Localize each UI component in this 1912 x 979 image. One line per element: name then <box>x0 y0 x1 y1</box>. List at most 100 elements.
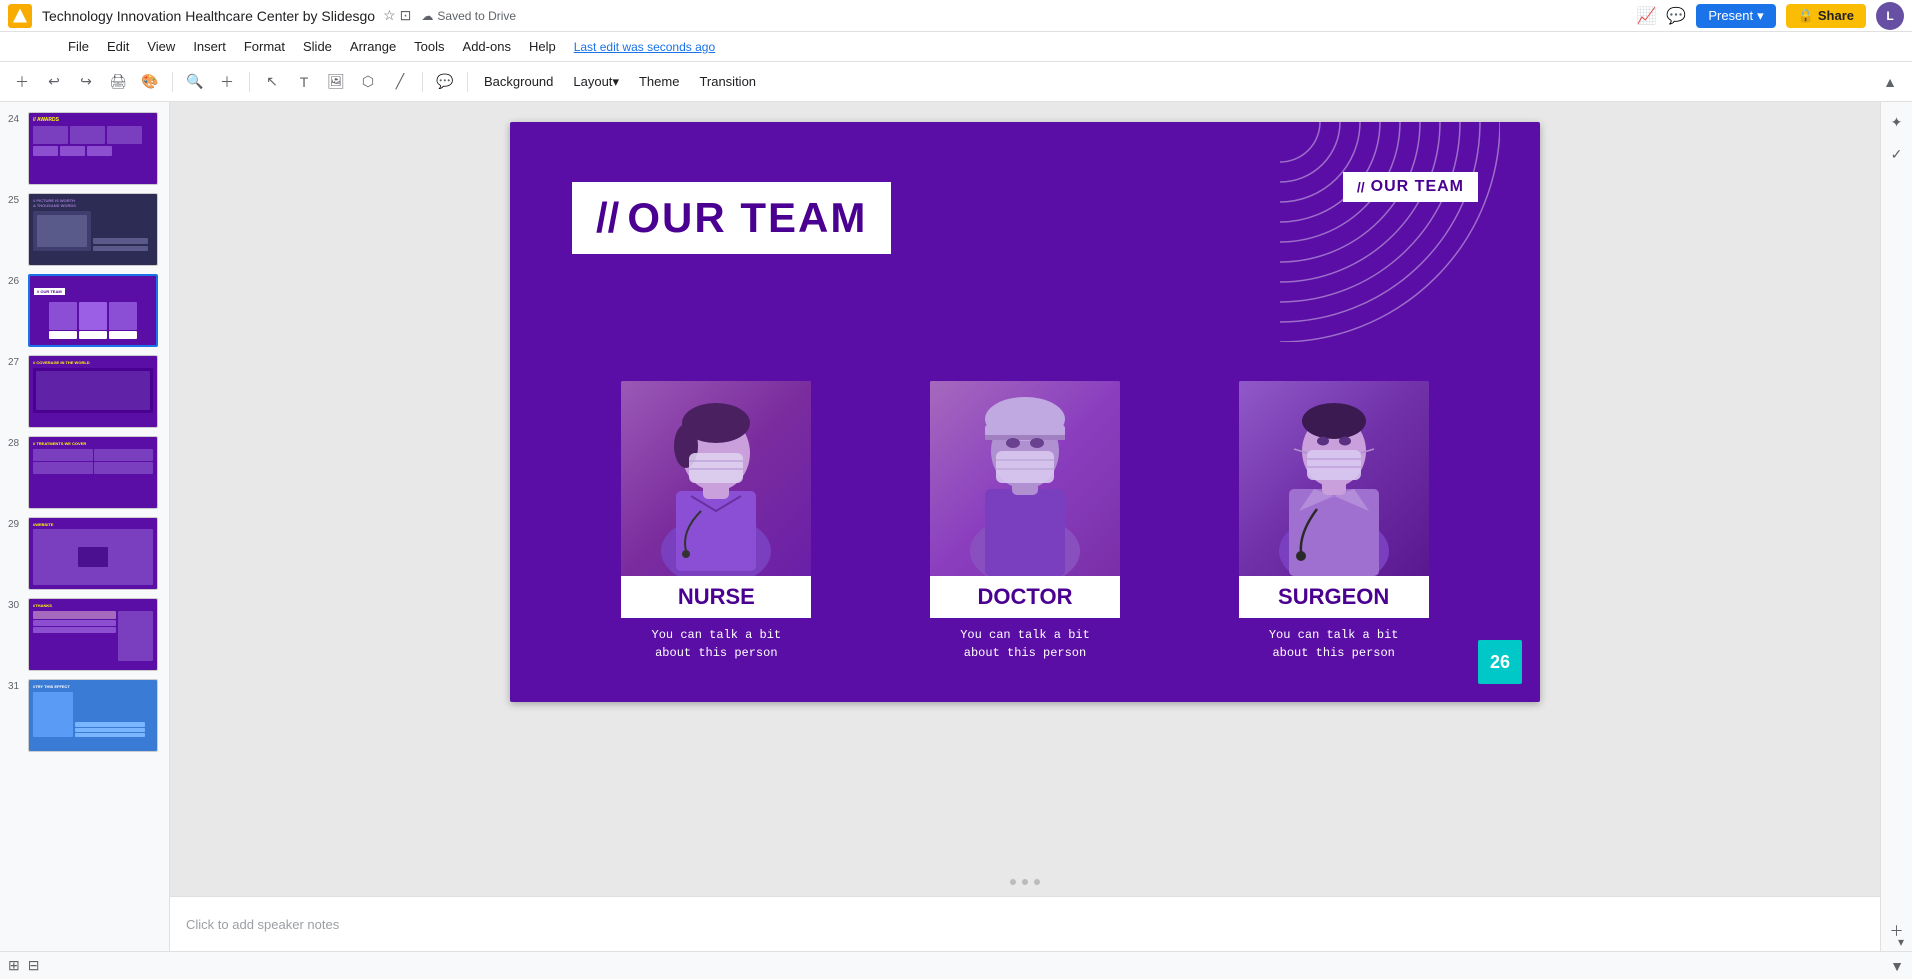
add-slide-button[interactable]: ＋ <box>8 68 36 96</box>
main-layout: 24 // AWARDS 2 <box>0 102 1912 951</box>
menu-edit[interactable]: Edit <box>99 37 137 56</box>
page-number: 26 <box>1478 640 1522 684</box>
doctor-description: You can talk a bitabout this person <box>930 626 1120 662</box>
toolbar: ＋ ↩ ↪ 🖨 🎨 🔍 ＋ ↖ T 🖼 ⬡ ╱ 💬 Background Lay… <box>0 62 1912 102</box>
doctor-name-box: DOCTOR <box>930 576 1120 618</box>
slide-thumb-26[interactable]: 26 // OUR TEAM <box>4 272 165 349</box>
nurse-name-box: NURSE <box>621 576 811 618</box>
top-right-team-label: // OUR TEAM <box>1343 172 1478 202</box>
menu-bar: File Edit View Insert Format Slide Arran… <box>0 32 1912 62</box>
slide-preview-30: //THANKS <box>28 598 158 671</box>
transition-button[interactable]: Transition <box>691 71 764 92</box>
menu-insert[interactable]: Insert <box>185 37 234 56</box>
team-row: NURSE You can talk a bitabout this perso… <box>572 381 1478 662</box>
redo-button[interactable]: ↪ <box>72 68 100 96</box>
collapse-panel-button[interactable]: ▲ <box>1876 68 1904 96</box>
top-bar-right: 📈 💬 Present ▾ 🔒 Share L <box>1636 2 1904 30</box>
top-right-slashes: // <box>1357 179 1365 195</box>
shape-tool[interactable]: ⬡ <box>354 68 382 96</box>
slide-preview-24: // AWARDS <box>28 112 158 185</box>
star-icon[interactable]: ☆ <box>383 7 396 24</box>
separator-3 <box>422 72 423 92</box>
menu-format[interactable]: Format <box>236 37 293 56</box>
app-logo[interactable] <box>8 4 32 28</box>
add-icon[interactable]: ＋ <box>1885 919 1909 943</box>
slide-thumb-24[interactable]: 24 // AWARDS <box>4 110 165 187</box>
line-tool[interactable]: ╱ <box>386 68 414 96</box>
doctor-placeholder <box>930 381 1120 576</box>
canvas-scroll[interactable]: // OUR TEAM // OUR TEAM <box>170 102 1880 868</box>
slide-preview-29: //WEBSITE <box>28 517 158 590</box>
slide-number-29: 29 <box>8 517 28 530</box>
title-slashes: // <box>596 194 619 242</box>
nurse-figure <box>621 381 811 576</box>
paint-format-button[interactable]: 🎨 <box>136 68 164 96</box>
menu-file[interactable]: File <box>60 37 97 56</box>
speaker-notes[interactable]: Click to add speaker notes <box>170 896 1880 951</box>
list-view-icon[interactable]: ⊟ <box>28 957 40 974</box>
avatar[interactable]: L <box>1876 2 1904 30</box>
doctor-figure <box>930 381 1120 576</box>
top-right-label-text: OUR TEAM <box>1371 178 1464 196</box>
slide-preview-26: // OUR TEAM <box>28 274 158 347</box>
check-icon[interactable]: ✓ <box>1885 142 1909 166</box>
canvas-area: // OUR TEAM // OUR TEAM <box>170 102 1880 951</box>
zoom-in-button[interactable]: ＋ <box>213 68 241 96</box>
menu-slide[interactable]: Slide <box>295 37 340 56</box>
slide-title: OUR TEAM <box>627 194 867 242</box>
lock-icon: 🔒 <box>1798 8 1814 24</box>
scroll-to-bottom[interactable]: ▾ <box>1898 935 1904 949</box>
slide-preview-28: // TREATMENTS WE COVER <box>28 436 158 509</box>
nurse-photo <box>621 381 811 576</box>
slide-panel: 24 // AWARDS 2 <box>0 102 170 951</box>
background-button[interactable]: Background <box>476 71 561 92</box>
zoom-out-button[interactable]: 🔍 <box>181 68 209 96</box>
slide-thumb-27[interactable]: 27 // COVERAGE IN THE WORLD <box>4 353 165 430</box>
cloud-icon: ☁ <box>421 9 433 23</box>
present-button[interactable]: Present ▾ <box>1696 4 1775 28</box>
select-tool[interactable]: ↖ <box>258 68 286 96</box>
menu-tools[interactable]: Tools <box>406 37 452 56</box>
slide-thumb-30[interactable]: 30 //THANKS <box>4 596 165 673</box>
team-member-surgeon: SURGEON You can talk a bitabout this per… <box>1189 381 1478 662</box>
slide-number-24: 24 <box>8 112 28 125</box>
chart-icon[interactable]: 📈 <box>1636 6 1656 26</box>
saved-status: ☁ Saved to Drive <box>421 9 516 23</box>
explore-icon[interactable]: ✦ <box>1885 110 1909 134</box>
slide-number-30: 30 <box>8 598 28 611</box>
slide-number-28: 28 <box>8 436 28 449</box>
slide-thumb-31[interactable]: 31 //TRY THIS EFFECT <box>4 677 165 754</box>
slide-number-31: 31 <box>8 679 28 692</box>
team-member-nurse: NURSE You can talk a bitabout this perso… <box>572 381 861 662</box>
theme-button[interactable]: Theme <box>631 71 687 92</box>
share-button[interactable]: 🔒 Share <box>1786 4 1866 28</box>
last-edit[interactable]: Last edit was seconds ago <box>574 40 715 54</box>
menu-view[interactable]: View <box>139 37 183 56</box>
separator-2 <box>249 72 250 92</box>
separator-1 <box>172 72 173 92</box>
collapse-notes-button[interactable]: ▼ <box>1890 958 1904 974</box>
surgeon-figure <box>1239 381 1429 576</box>
slide-title-box[interactable]: // OUR TEAM <box>572 182 891 254</box>
layout-button[interactable]: Layout▾ <box>565 71 627 93</box>
doctor-photo <box>930 381 1120 576</box>
print-button[interactable]: 🖨 <box>104 68 132 96</box>
comment-tool[interactable]: 💬 <box>431 68 459 96</box>
slide-preview-31: //TRY THIS EFFECT <box>28 679 158 752</box>
undo-button[interactable]: ↩ <box>40 68 68 96</box>
menu-help[interactable]: Help <box>521 37 564 56</box>
slide-canvas[interactable]: // OUR TEAM // OUR TEAM <box>510 122 1540 702</box>
comment-icon[interactable]: 💬 <box>1666 6 1686 26</box>
slide-thumb-28[interactable]: 28 // TREATMENTS WE COVER <box>4 434 165 511</box>
folder-icon[interactable]: ⊡ <box>400 7 412 24</box>
menu-arrange[interactable]: Arrange <box>342 37 404 56</box>
image-tool[interactable]: 🖼 <box>322 68 350 96</box>
text-tool[interactable]: T <box>290 68 318 96</box>
slide-thumb-29[interactable]: 29 //WEBSITE <box>4 515 165 592</box>
slide-thumb-25[interactable]: 25 // PICTURE IS WORTH A THOUSAND WORDS <box>4 191 165 268</box>
speaker-notes-placeholder: Click to add speaker notes <box>186 917 339 932</box>
surgeon-role: SURGEON <box>1278 584 1389 609</box>
grid-view-icon[interactable]: ⊞ <box>8 957 20 974</box>
menu-addons[interactable]: Add-ons <box>455 37 519 56</box>
slide-divider <box>170 868 1880 896</box>
